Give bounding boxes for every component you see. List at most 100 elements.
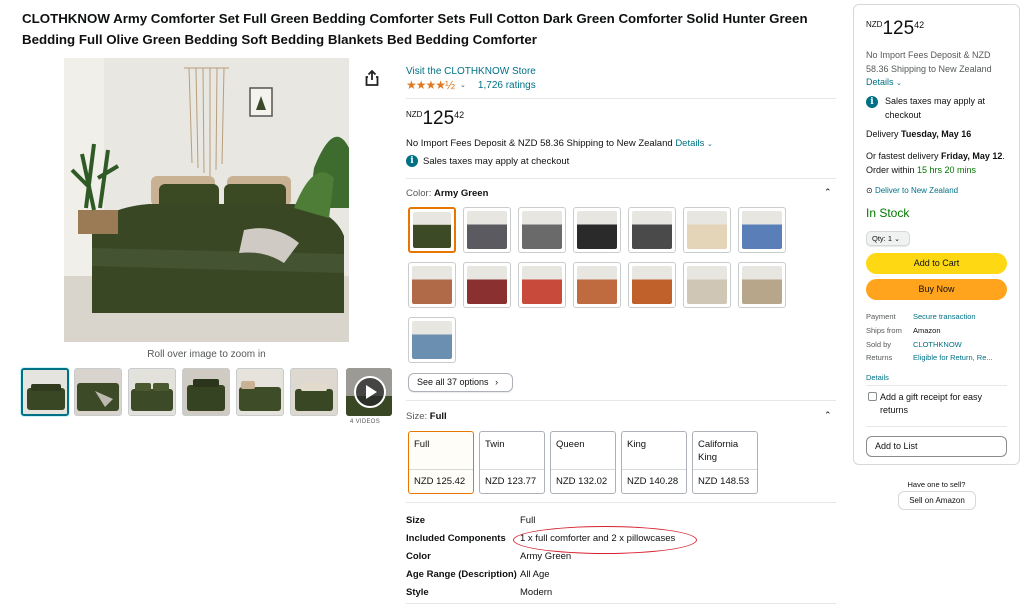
info-key: Ships from: [866, 326, 902, 335]
location-pin-icon: ⊙: [866, 186, 873, 195]
videos-count-label: 4 VIDEOS: [350, 419, 381, 425]
color-swatch[interactable]: [408, 262, 456, 308]
size-option-queen[interactable]: Queen NZD 132.02: [550, 431, 616, 494]
chevron-down-icon: ⌄: [707, 141, 713, 148]
main-product-image[interactable]: [64, 58, 349, 342]
collapse-icon[interactable]: ⌃: [824, 187, 832, 198]
info-icon: i: [866, 96, 878, 108]
color-swatch[interactable]: [628, 207, 676, 253]
see-all-options-button[interactable]: See all 37 options ›: [408, 373, 513, 392]
details-link[interactable]: Details: [675, 138, 704, 149]
info-icon: i: [406, 155, 418, 167]
size-label: Size: Full: [406, 411, 447, 422]
swatch-image: [687, 211, 727, 249]
delivery-date: Delivery Tuesday, May 16: [866, 129, 972, 139]
swatch-image: [412, 321, 452, 359]
gift-receipt-option[interactable]: Add a gift receipt for easy returns: [868, 391, 1008, 417]
size-option-twin[interactable]: Twin NZD 123.77: [479, 431, 545, 494]
thumbnail-3[interactable]: [128, 368, 176, 416]
chevron-down-icon[interactable]: ⌄: [460, 81, 466, 89]
gift-receipt-checkbox[interactable]: [868, 392, 877, 401]
swatch-image: [742, 266, 782, 304]
sell-on-amazon-button[interactable]: Sell on Amazon: [898, 491, 976, 510]
color-swatch[interactable]: [518, 207, 566, 253]
color-label: Color: Army Green: [406, 188, 489, 199]
swatch-image: [632, 266, 672, 304]
color-swatch[interactable]: [573, 262, 621, 308]
share-icon[interactable]: [362, 68, 382, 88]
color-swatch[interactable]: [408, 207, 456, 253]
deliver-to-location[interactable]: ⊙ Deliver to New Zealand: [866, 184, 1011, 198]
divider: [406, 178, 836, 179]
spec-key: Size: [406, 515, 426, 526]
color-swatch[interactable]: [518, 262, 566, 308]
info-value: Amazon: [913, 326, 941, 335]
divider: [866, 385, 1007, 386]
divider: [406, 98, 836, 99]
price: NZD12542: [406, 108, 465, 129]
thumbnail-5[interactable]: [236, 368, 284, 416]
buybox-more-details-link[interactable]: Details: [866, 373, 889, 382]
size-option-california-king[interactable]: California King NZD 148.53: [692, 431, 758, 494]
returns-link[interactable]: Eligible for Return, Re...: [913, 353, 1008, 362]
chevron-down-icon: ⌄: [896, 80, 902, 87]
add-to-list-button[interactable]: Add to List: [866, 436, 1007, 457]
info-key: Returns: [866, 353, 893, 362]
video-thumbnail[interactable]: [346, 368, 392, 416]
thumbnail-1[interactable]: [21, 368, 69, 416]
buybox-details-link[interactable]: Details: [866, 77, 894, 87]
thumbnail-6[interactable]: [290, 368, 338, 416]
color-swatch[interactable]: [463, 262, 511, 308]
color-swatch[interactable]: [683, 207, 731, 253]
store-link[interactable]: Visit the CLOTHKNOW Store: [406, 66, 536, 77]
rating-row[interactable]: ★★★★½ ⌄ 1,726 ratings: [406, 78, 536, 92]
seller-link[interactable]: CLOTHKNOW: [913, 340, 1008, 349]
spec-key: Color: [406, 551, 431, 562]
color-swatch[interactable]: [738, 262, 786, 308]
divider: [406, 603, 836, 604]
spec-value: Full: [520, 515, 536, 526]
swatch-image: [522, 266, 562, 304]
swatch-image: [522, 211, 562, 249]
buy-now-button[interactable]: Buy Now: [866, 279, 1007, 300]
spec-key: Included Components: [406, 533, 506, 544]
zoom-hint: Roll over image to zoom in: [147, 349, 266, 360]
add-to-cart-button[interactable]: Add to Cart: [866, 253, 1007, 274]
quantity-select[interactable]: Qty: 1 ⌄: [866, 231, 910, 246]
divider: [406, 400, 836, 401]
swatch-image: [577, 211, 617, 249]
buybox-tax: i Sales taxes may apply at checkout: [866, 95, 1011, 122]
fastest-delivery: Or fastest delivery Friday, May 12. Orde…: [866, 151, 1005, 175]
red-highlight-circle: [513, 526, 697, 554]
size-option-full[interactable]: Full NZD 125.42: [408, 431, 474, 494]
color-swatch[interactable]: [628, 262, 676, 308]
spec-value: All Age: [520, 569, 550, 580]
swatch-image: [577, 266, 617, 304]
tax-line: i Sales taxes may apply at checkout: [406, 155, 569, 167]
chevron-down-icon: ⌄: [894, 236, 900, 243]
info-key: Sold by: [866, 340, 892, 349]
stock-status: In Stock: [866, 206, 910, 220]
star-rating-icon[interactable]: ★★★★½: [406, 78, 455, 92]
swatch-image: [632, 211, 672, 249]
color-swatch[interactable]: [408, 317, 456, 363]
color-swatch[interactable]: [738, 207, 786, 253]
thumbnail-2[interactable]: [74, 368, 122, 416]
ratings-link[interactable]: 1,726 ratings: [478, 80, 536, 91]
spec-value: Modern: [520, 587, 553, 598]
color-swatch[interactable]: [573, 207, 621, 253]
spec-key: Style: [406, 587, 429, 598]
buybox-price: NZD12542: [866, 18, 925, 39]
swatch-image: [742, 211, 782, 249]
spec-key: Age Range (Description): [406, 569, 517, 580]
color-swatch[interactable]: [463, 207, 511, 253]
collapse-icon[interactable]: ⌃: [824, 410, 832, 421]
size-option-king[interactable]: King NZD 140.28: [621, 431, 687, 494]
color-swatch[interactable]: [683, 262, 731, 308]
info-value-link[interactable]: Secure transaction: [913, 312, 1008, 321]
swatch-image: [467, 266, 507, 304]
divider: [406, 502, 836, 503]
swatch-image: [687, 266, 727, 304]
thumbnail-4[interactable]: [182, 368, 230, 416]
product-title: CLOTHKNOW Army Comforter Set Full Green …: [22, 11, 808, 47]
